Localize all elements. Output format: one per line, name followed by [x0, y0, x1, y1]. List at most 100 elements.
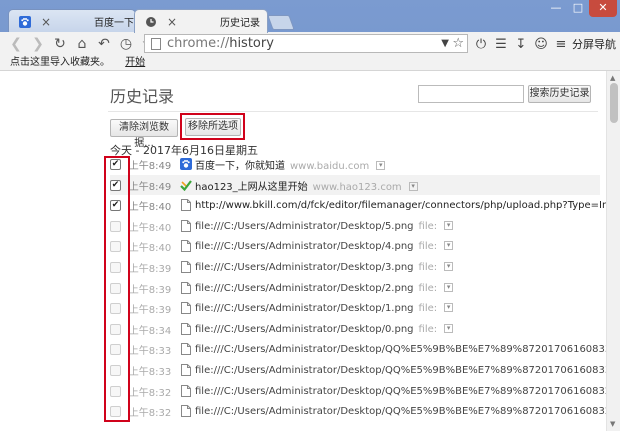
home-icon[interactable]: ⌂ [72, 34, 92, 54]
url-scheme: chrome:// [167, 36, 230, 51]
row-title-container: hao123_上网从这里开始 www.hao123.com ▾ [195, 178, 418, 193]
row-title-link[interactable]: file:///C:/Users/Administrator/Desktop/0… [195, 324, 414, 335]
row-title-link[interactable]: file:///C:/Users/Administrator/Desktop/1… [195, 303, 414, 314]
reload-icon[interactable]: ↻ [50, 34, 70, 54]
row-domain[interactable]: file: [419, 221, 438, 232]
row-time: 上午8:34 [128, 325, 172, 337]
row-time: 上午8:39 [128, 263, 172, 275]
history-row[interactable]: 上午8:39 file:///C:/Users/Administrator/Des… [110, 278, 600, 298]
page-icon [180, 323, 192, 336]
scrollbar[interactable]: ▲ ▼ [606, 71, 620, 431]
window-close-icon[interactable]: ✕ [589, 0, 617, 17]
row-domain[interactable]: www.baidu.com [290, 161, 369, 172]
split-screen-nav[interactable]: 分屏导航 [572, 36, 616, 52]
history-row[interactable]: 上午8:40 file:///C:/Users/Administrator/Des… [110, 216, 600, 236]
history-row[interactable]: 上午8:39 file:///C:/Users/Administrator/Des… [110, 257, 600, 277]
row-menu-dropdown-icon[interactable]: ▾ [376, 161, 386, 170]
import-start-link[interactable]: 开始 [125, 57, 145, 68]
scroll-down-icon[interactable]: ▼ [610, 420, 615, 428]
page-title: 历史记录 [110, 87, 175, 106]
maximize-icon[interactable]: □ [567, 0, 589, 17]
history-clock-icon[interactable]: ◷ [116, 34, 136, 54]
account-icon[interactable]: ☺ [532, 34, 550, 54]
row-title-link[interactable]: hao123_上网从这里开始 [195, 182, 308, 193]
history-row[interactable]: ✔ 上午8:49 hao123_上网从这里开始 www.hao123.com ▾ [110, 175, 600, 195]
row-domain[interactable]: file: [419, 241, 438, 252]
clear-browsing-data-button[interactable]: 清除浏览数据... [110, 119, 178, 149]
power-icon[interactable]: ⏻ [472, 34, 490, 54]
baidu-paw-icon [19, 15, 31, 28]
row-time: 上午8:40 [128, 201, 172, 213]
search-history-button[interactable]: 搜索历史记录 [528, 85, 591, 103]
row-title-container: http://www.bkill.com/d/fck/editor/filema… [195, 200, 620, 211]
page-icon [180, 343, 192, 356]
tab-close-icon[interactable]: × [167, 15, 177, 29]
tab-close-icon[interactable]: × [41, 15, 51, 29]
history-row[interactable]: 上午8:39 file:///C:/Users/Administrator/Des… [110, 298, 600, 318]
row-domain[interactable]: file: [419, 303, 438, 314]
browser-window: — □ ✕ 百度一下，你就知道 × 历史记录 × ❮ ❯ ↻ ⌂ ↶ ◷ ☆ c… [0, 0, 620, 431]
row-domain[interactable]: file: [419, 324, 438, 335]
row-title-link[interactable]: 百度一下，你就知道 [195, 161, 285, 172]
row-menu-dropdown-icon[interactable]: ▾ [444, 262, 454, 271]
page-icon [180, 364, 192, 377]
scrollbar-thumb[interactable] [610, 83, 618, 123]
row-title-container: file:///C:/Users/Administrator/Desktop/0… [195, 324, 454, 335]
history-row[interactable]: 上午8:33 file:///C:/Users/Administrator/Des… [110, 360, 620, 380]
tab-label: 历史记录 [220, 18, 260, 29]
page-icon [180, 282, 192, 295]
row-title-link[interactable]: file:///C:/Users/Administrator/Desktop/2… [195, 283, 414, 294]
bookmark-star-icon[interactable]: ☆ [452, 36, 464, 51]
download-icon[interactable]: ↧ [512, 34, 530, 54]
history-row[interactable]: ✔ 上午8:49 百度一下，你就知道 www.baidu.com ▾ [110, 154, 600, 174]
history-row[interactable]: 上午8:33 file:///C:/Users/Administrator/Des… [110, 339, 620, 359]
history-row[interactable]: 上午8:32 file:///C:/Users/Administrator/Des… [110, 381, 620, 401]
row-title-link[interactable]: http://www.bkill.com/d/fck/editor/filema… [195, 200, 620, 211]
tools-icon[interactable]: ☰ [492, 34, 510, 54]
row-time: 上午8:49 [128, 181, 172, 193]
row-title-link[interactable]: file:///C:/Users/Administrator/Desktop/3… [195, 262, 414, 273]
row-title-container: file:///C:/Users/Administrator/Desktop/1… [195, 303, 454, 314]
row-title-link[interactable]: file:///C:/Users/Administrator/Desktop/Q… [195, 365, 620, 376]
row-title-link[interactable]: file:///C:/Users/Administrator/Desktop/Q… [195, 406, 620, 417]
dropdown-arrow-icon[interactable]: ▼ [441, 38, 449, 49]
bookmarks-bar: 点击这里导入收藏夹。 开始 [0, 56, 620, 71]
page-icon [180, 199, 192, 212]
address-bar[interactable]: chrome://history ▼ ☆ [144, 34, 468, 53]
history-row[interactable]: 上午8:40 file:///C:/Users/Administrator/Des… [110, 236, 600, 256]
row-title-link[interactable]: file:///C:/Users/Administrator/Desktop/4… [195, 241, 414, 252]
history-row[interactable]: 上午8:32 file:///C:/Users/Administrator/Des… [110, 401, 620, 421]
scroll-up-icon[interactable]: ▲ [610, 74, 615, 82]
minimize-icon[interactable]: — [545, 0, 567, 17]
new-tab-button[interactable] [267, 15, 295, 30]
row-title-link[interactable]: file:///C:/Users/Administrator/Desktop/Q… [195, 386, 620, 397]
row-menu-dropdown-icon[interactable]: ▾ [444, 283, 454, 292]
row-domain[interactable]: file: [419, 262, 438, 273]
tab-baidu[interactable]: 百度一下，你就知道 × [8, 9, 184, 33]
history-row[interactable]: 上午8:34 file:///C:/Users/Administrator/Des… [110, 319, 600, 339]
menu-icon[interactable]: ≡ [552, 34, 570, 54]
tab-history[interactable]: 历史记录 × [134, 9, 268, 33]
row-menu-dropdown-icon[interactable]: ▾ [444, 241, 454, 250]
row-title-container: file:///C:/Users/Administrator/Desktop/4… [195, 241, 454, 252]
back-icon[interactable]: ❮ [6, 34, 26, 54]
row-title-container: file:///C:/Users/Administrator/Desktop/2… [195, 283, 454, 294]
row-menu-dropdown-icon[interactable]: ▾ [408, 182, 418, 191]
row-title-link[interactable]: file:///C:/Users/Administrator/Desktop/Q… [195, 344, 620, 355]
row-domain[interactable]: www.hao123.com [313, 182, 402, 193]
undo-icon[interactable]: ↶ [94, 34, 114, 54]
row-domain[interactable]: file: [419, 283, 438, 294]
forward-icon[interactable]: ❯ [28, 34, 48, 54]
row-title-link[interactable]: file:///C:/Users/Administrator/Desktop/5… [195, 221, 414, 232]
page-icon [180, 240, 192, 253]
row-menu-dropdown-icon[interactable]: ▾ [444, 221, 454, 230]
row-title-container: file:///C:/Users/Administrator/Desktop/Q… [195, 406, 620, 417]
row-time: 上午8:39 [128, 284, 172, 296]
page-icon [180, 220, 192, 233]
history-row[interactable]: ✔ 上午8:40 http://www.bkill.com/d/fck/editor… [110, 195, 620, 215]
history-search-input[interactable] [418, 85, 524, 103]
row-title-container: file:///C:/Users/Administrator/Desktop/Q… [195, 386, 620, 397]
page-icon [151, 37, 161, 50]
row-menu-dropdown-icon[interactable]: ▾ [444, 324, 454, 333]
row-menu-dropdown-icon[interactable]: ▾ [444, 303, 454, 312]
